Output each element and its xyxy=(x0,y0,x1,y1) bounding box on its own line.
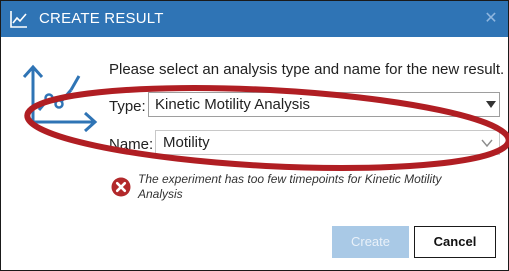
create-result-dialog: CREATE RESULT ✕ Please select an analysi… xyxy=(0,0,509,271)
close-icon: ✕ xyxy=(484,10,498,27)
dialog-title: CREATE RESULT xyxy=(39,10,164,27)
name-input-value: Motility xyxy=(163,134,210,151)
chevron-down-icon[interactable] xyxy=(481,137,493,149)
name-input[interactable]: Motility xyxy=(155,130,500,155)
caret-down-icon xyxy=(486,101,496,108)
error-message: The experiment has too few timepoints fo… xyxy=(138,172,442,201)
type-select[interactable]: Kinetic Motility Analysis xyxy=(148,92,500,117)
chart-icon xyxy=(10,11,27,28)
dialog-prompt: Please select an analysis type and name … xyxy=(109,61,505,78)
close-button[interactable]: ✕ xyxy=(481,9,501,29)
type-select-value: Kinetic Motility Analysis xyxy=(155,96,311,113)
line-chart-icon xyxy=(22,64,98,132)
error-x-icon xyxy=(111,177,131,197)
cancel-button[interactable]: Cancel xyxy=(414,226,496,258)
title-bar: CREATE RESULT ✕ xyxy=(1,1,508,37)
name-label: Name: xyxy=(109,136,154,153)
create-button[interactable]: Create xyxy=(332,226,409,258)
type-label: Type: xyxy=(109,98,146,115)
